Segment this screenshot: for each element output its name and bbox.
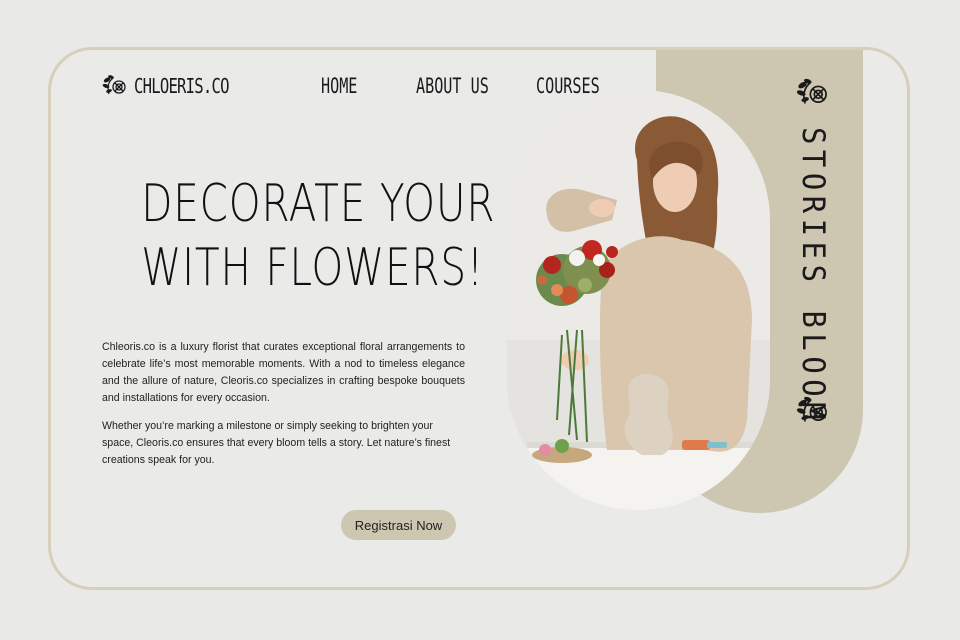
- headline-line-1: DECORATE YOUR LIFE: [141, 174, 596, 234]
- nav-about-us[interactable]: ABOUT US: [416, 74, 489, 98]
- flower-cluster-icon: [102, 74, 128, 98]
- intro-paragraph: Chleoris.co is a luxury florist that cur…: [102, 341, 465, 404]
- flower-cluster-icon: [796, 393, 830, 433]
- florist-photo: [507, 90, 770, 510]
- headline-line-2: WITH FLOWERS!: [141, 238, 484, 298]
- landing-card: CHLOERIS.CO HOME ABOUT US COURSES DECORA…: [48, 47, 910, 590]
- secondary-paragraph: Whether you’re marking a milestone or si…: [102, 420, 451, 466]
- nav-home[interactable]: HOME: [321, 74, 357, 98]
- stories-bloom-text: STORIES BLOOM: [795, 127, 831, 426]
- register-button[interactable]: Registrasi Now: [341, 510, 456, 540]
- brand-name: CHLOERIS.CO: [134, 74, 230, 98]
- vertical-banner: STORIES BLOOM: [791, 75, 835, 445]
- flower-cluster-icon: [796, 75, 830, 115]
- brand-logo[interactable]: CHLOERIS.CO: [102, 72, 255, 100]
- florist-arranging-flowers-image: [507, 90, 770, 510]
- hero-headline: DECORATE YOUR LIFE WITH FLOWERS!: [101, 172, 596, 300]
- nav-courses[interactable]: COURSES: [536, 74, 600, 98]
